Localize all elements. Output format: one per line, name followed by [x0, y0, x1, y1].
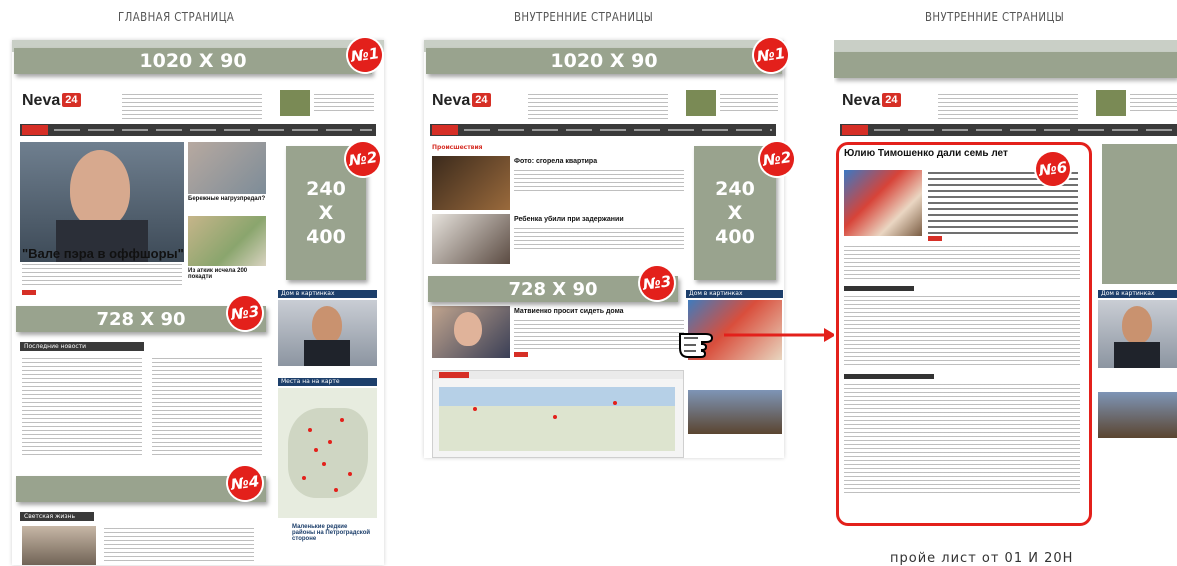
side-caption-2: Из аткик исчела 200 покадти: [188, 268, 248, 280]
side-photo-2: [188, 216, 266, 266]
inner-map-widget: [432, 370, 684, 458]
news-list-right: [152, 358, 262, 458]
banner-top-blank: [834, 52, 1177, 78]
inner-item-3-title: Матвиенко просит сидеть дома: [514, 308, 624, 315]
side-caption-1: Бережные нагрузпредал?: [188, 196, 266, 202]
article-side-photo: [1098, 300, 1177, 368]
site-logo-article: Neva 24: [842, 92, 901, 110]
photo-box-image: [278, 300, 377, 366]
side-photo-1: [188, 142, 266, 194]
banner-article-side: [1102, 144, 1177, 284]
hero-headline: "Вале пэра в оффшоры": [22, 246, 184, 261]
header-ad-text: [314, 94, 374, 114]
inner-item-1-title: Фото: сгорела квартира: [514, 158, 598, 165]
hero-photo: [20, 142, 184, 262]
photo-box-header-inner: Дом в картинках: [686, 290, 783, 298]
inner-photo-2: [432, 214, 510, 264]
city-map: [278, 388, 377, 518]
column-title-inner-2: ВНУТРЕННИЕ СТРАНИЦЫ: [925, 10, 1065, 24]
pointing-hand-icon: [679, 333, 714, 358]
light-news-photo: [22, 526, 96, 565]
light-news-list: [104, 528, 254, 562]
light-news-header: Светская жизнь: [20, 512, 94, 521]
column-title-main: ГЛАВНАЯ СТРАНИЦА: [118, 10, 235, 24]
photo-box-header-article: Дом в картинках: [1098, 290, 1177, 298]
inner-right-photo-2: [688, 390, 782, 434]
column-title-inner-1: ВНУТРЕННИЕ СТРАНИЦЫ: [514, 10, 654, 24]
red-arrow-icon: [724, 328, 836, 342]
hero-summary: [22, 264, 182, 286]
article-photo: [844, 170, 922, 236]
section-title: Происшествия: [432, 144, 483, 151]
inner-item-2-title: Ребенка убили при задержании: [514, 216, 624, 223]
map-box-header: Места на на карте: [278, 378, 377, 386]
header-news-ticker: [122, 94, 262, 120]
banner-1020x90: 1020 X 90: [14, 48, 372, 74]
header-ad-image: [280, 90, 310, 116]
article-page-screenshot: Neva 24 Юлию Тимошенко дали семь лет Дом …: [834, 40, 1177, 540]
site-logo: Neva 24: [22, 92, 81, 110]
main-navigation: [20, 124, 376, 136]
article-title: Юлию Тимошенко дали семь лет: [844, 148, 1008, 159]
photo-box-header: Дом в картинках: [278, 290, 377, 298]
latest-news-header: Последние новости: [20, 342, 144, 351]
news-list-left: [22, 358, 142, 458]
inner-photo-1: [432, 156, 510, 210]
footer-partial-text: пройе лист от 01 И 20Н: [890, 551, 1074, 566]
map-caption: Маленькие редкие районы на Петроградской…: [292, 524, 371, 542]
site-logo-inner: Neva 24: [432, 92, 491, 110]
hero-more-link: [22, 290, 36, 295]
banner-1020x90-inner: 1020 X 90: [426, 48, 782, 74]
inner-photo-3: [432, 306, 510, 358]
